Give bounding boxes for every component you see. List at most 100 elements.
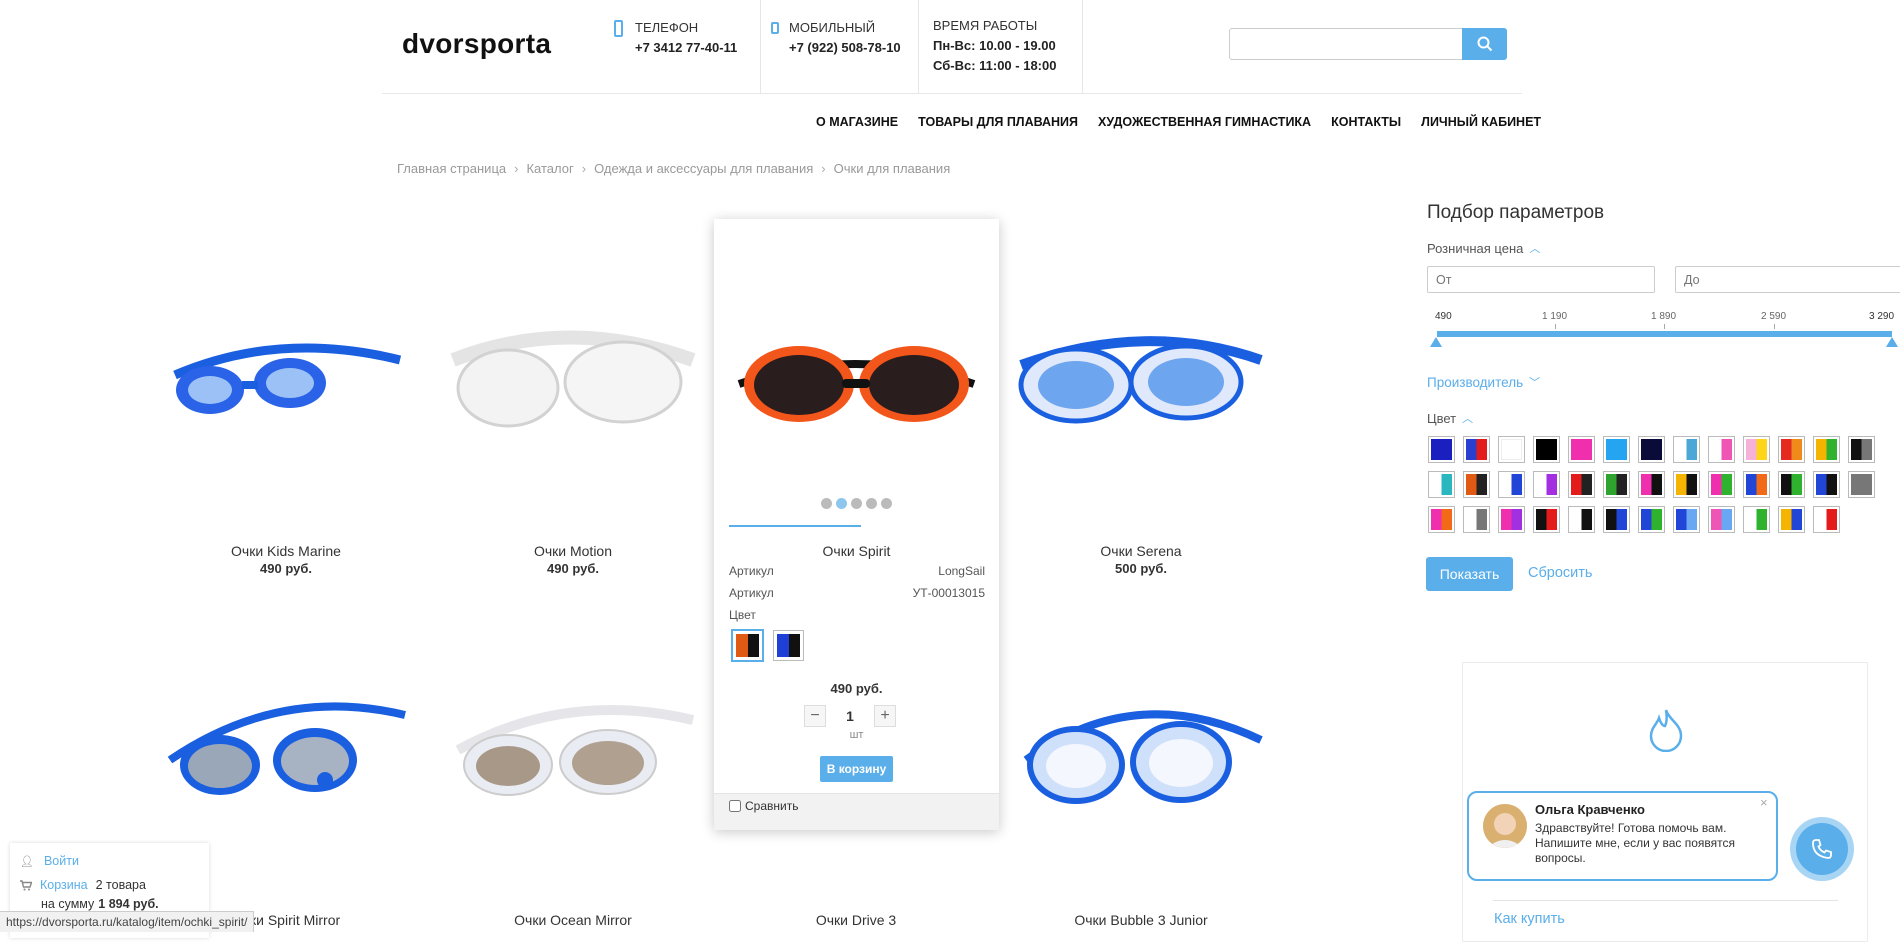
color-swatch[interactable]: [1463, 506, 1490, 533]
price-to-input[interactable]: [1675, 266, 1900, 293]
site-logo[interactable]: dvorsporta: [402, 28, 551, 60]
color-swatch[interactable]: [1463, 471, 1490, 498]
login-link[interactable]: Войти: [44, 854, 79, 868]
gallery-dot[interactable]: [881, 498, 892, 509]
decrease-button[interactable]: −: [804, 705, 826, 727]
product-image-kids-marine[interactable]: [160, 320, 410, 440]
price-range-slider[interactable]: 490 1 190 1 890 2 590 3 290: [1427, 311, 1900, 353]
color-swatch[interactable]: [1813, 506, 1840, 533]
product-name[interactable]: Очки Kids Marine: [186, 543, 386, 559]
nav-item-account[interactable]: ЛИЧНЫЙ КАБИНЕТ: [1421, 115, 1541, 129]
compare-checkbox[interactable]: [729, 800, 741, 812]
show-button[interactable]: Показать: [1426, 557, 1513, 591]
color-swatch[interactable]: [1533, 436, 1560, 463]
product-image-serena[interactable]: [1016, 320, 1266, 440]
price-filter-header[interactable]: Розничная цена ︿: [1427, 240, 1540, 256]
close-icon[interactable]: ×: [1760, 795, 1768, 810]
chevron-up-icon[interactable]: ︿: [1529, 240, 1540, 256]
color-swatch[interactable]: [1603, 471, 1630, 498]
color-swatch[interactable]: [1848, 436, 1875, 463]
color-swatch[interactable]: [1778, 506, 1805, 533]
color-swatch[interactable]: [1568, 436, 1595, 463]
color-swatch[interactable]: [1848, 471, 1875, 498]
chat-popup[interactable]: Ольга Кравченко Здравствуйте! Готова пом…: [1467, 791, 1778, 881]
chevron-up-icon[interactable]: ︿: [1462, 410, 1473, 426]
product-image-motion[interactable]: [448, 320, 698, 440]
color-swatch[interactable]: [1708, 506, 1735, 533]
nav-item-gymnastics[interactable]: ХУДОЖЕСТВЕННАЯ ГИМНАСТИКА: [1098, 115, 1311, 129]
color-swatch[interactable]: [1778, 471, 1805, 498]
product-image-bubble-3[interactable]: [1016, 690, 1266, 820]
color-swatch[interactable]: [1498, 471, 1525, 498]
breadcrumb-current[interactable]: Очки для плавания: [834, 161, 951, 176]
nav-item-contacts[interactable]: КОНТАКТЫ: [1331, 115, 1401, 129]
mobile-value[interactable]: +7 (922) 508-78-10: [789, 38, 901, 58]
breadcrumb-home[interactable]: Главная страница: [397, 161, 506, 176]
quantity-value[interactable]: 1: [840, 708, 860, 724]
color-filter-label[interactable]: Цвет: [1427, 411, 1456, 426]
product-name[interactable]: Очки Serena: [1041, 543, 1241, 559]
color-swatch[interactable]: [1498, 506, 1525, 533]
add-to-cart-button[interactable]: В корзину: [820, 756, 893, 782]
color-swatch[interactable]: [1568, 506, 1595, 533]
call-button[interactable]: [1790, 817, 1854, 881]
color-swatch[interactable]: [1673, 436, 1700, 463]
price-filter-label[interactable]: Розничная цена: [1427, 241, 1523, 256]
color-swatch[interactable]: [1708, 471, 1735, 498]
color-swatch[interactable]: [1428, 506, 1455, 533]
color-swatch[interactable]: [1533, 471, 1560, 498]
color-swatch[interactable]: [1638, 506, 1665, 533]
color-swatch[interactable]: [1673, 471, 1700, 498]
search-button[interactable]: [1462, 28, 1507, 60]
color-swatch[interactable]: [1533, 506, 1560, 533]
color-swatch[interactable]: [1743, 436, 1770, 463]
color-filter-header[interactable]: Цвет ︿: [1427, 410, 1473, 426]
manufacturer-filter-header[interactable]: Производитель ﹀: [1427, 374, 1540, 390]
product-image-spirit[interactable]: [734, 329, 979, 429]
search-input[interactable]: [1229, 28, 1463, 60]
gallery-dot[interactable]: [866, 498, 877, 509]
slider-handle-max[interactable]: [1886, 337, 1898, 347]
product-image-spirit-mirror[interactable]: [160, 690, 410, 820]
how-to-buy-link[interactable]: Как купить: [1494, 911, 1565, 927]
nav-item-about[interactable]: О МАГАЗИНЕ: [816, 115, 898, 129]
color-swatch[interactable]: [1603, 506, 1630, 533]
product-image-ocean-mirror[interactable]: [448, 690, 698, 820]
gallery-dot[interactable]: [836, 498, 847, 509]
slider-handle-min[interactable]: [1430, 337, 1442, 347]
product-name[interactable]: Очки Bubble 3 Junior: [1041, 912, 1241, 928]
compare-label[interactable]: Сравнить: [745, 799, 798, 813]
color-swatch[interactable]: [1743, 506, 1770, 533]
chevron-down-icon[interactable]: ﹀: [1529, 374, 1540, 390]
breadcrumb-catalog[interactable]: Каталог: [526, 161, 573, 176]
gallery-dot[interactable]: [851, 498, 862, 509]
product-name[interactable]: Очки Motion: [473, 543, 673, 559]
product-name[interactable]: Очки Ocean Mirror: [473, 912, 673, 928]
color-swatch[interactable]: [1778, 436, 1805, 463]
color-swatch[interactable]: [1428, 436, 1455, 463]
color-swatch[interactable]: [1568, 471, 1595, 498]
variant-swatch-selected[interactable]: [731, 629, 764, 662]
color-swatch[interactable]: [1463, 436, 1490, 463]
card-product-name[interactable]: Очки Spirit: [714, 543, 999, 559]
manufacturer-filter-label[interactable]: Производитель: [1427, 375, 1523, 390]
color-swatch[interactable]: [1498, 436, 1525, 463]
gallery-dot[interactable]: [821, 498, 832, 509]
color-swatch[interactable]: [1708, 436, 1735, 463]
color-swatch[interactable]: [1743, 471, 1770, 498]
color-swatch[interactable]: [1428, 471, 1455, 498]
color-swatch[interactable]: [1813, 436, 1840, 463]
color-swatch[interactable]: [1813, 471, 1840, 498]
product-name[interactable]: Очки Drive 3: [756, 912, 956, 928]
color-swatch[interactable]: [1673, 506, 1700, 533]
color-swatch[interactable]: [1603, 436, 1630, 463]
increase-button[interactable]: +: [874, 705, 896, 727]
color-swatch[interactable]: [1638, 436, 1665, 463]
price-from-input[interactable]: [1427, 266, 1655, 293]
phone-value[interactable]: +7 3412 77-40-11: [635, 38, 737, 58]
variant-swatch[interactable]: [773, 630, 804, 661]
cart-link[interactable]: Корзина: [40, 878, 88, 892]
color-swatch[interactable]: [1638, 471, 1665, 498]
reset-link[interactable]: Сбросить: [1528, 565, 1592, 581]
nav-item-swimming[interactable]: ТОВАРЫ ДЛЯ ПЛАВАНИЯ: [918, 115, 1078, 129]
